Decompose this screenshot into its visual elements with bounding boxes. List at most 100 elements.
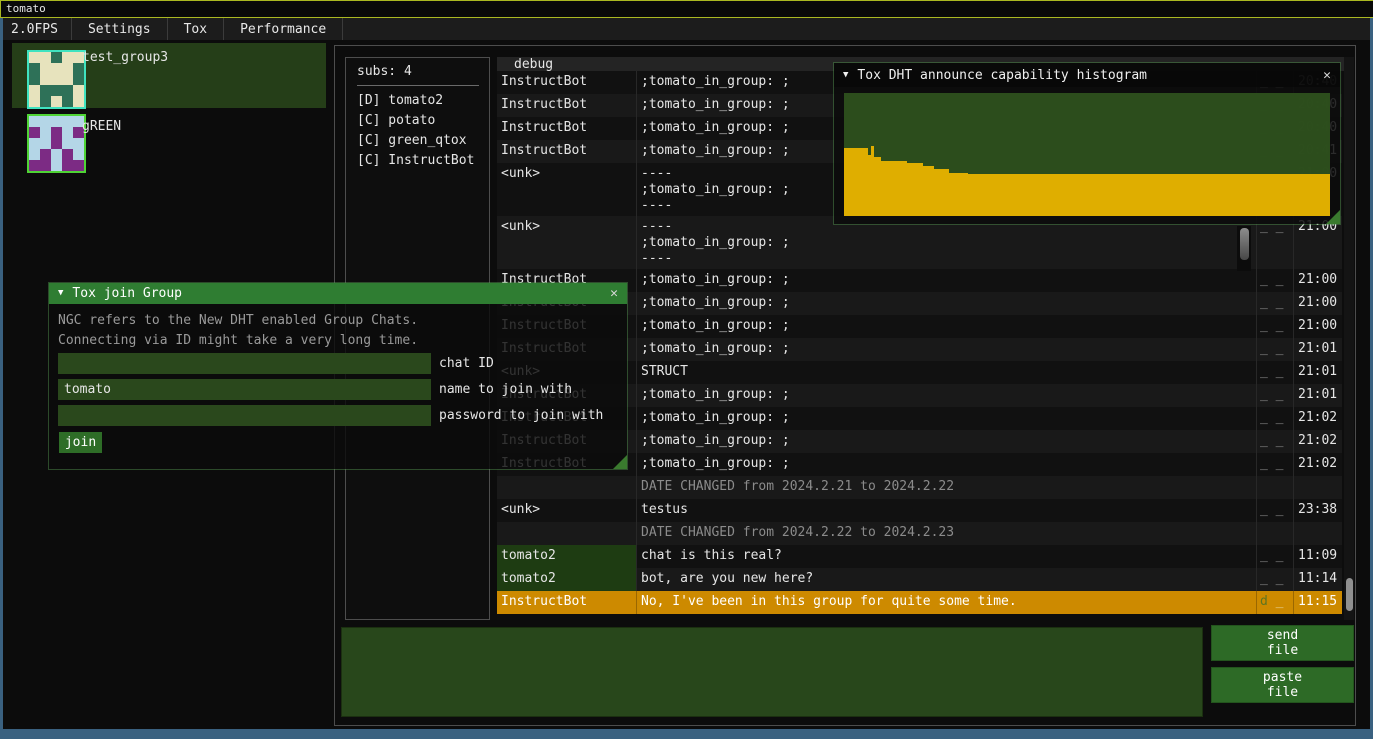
avatar-pixel [62, 74, 73, 85]
join-button[interactable]: join [59, 432, 102, 453]
send-file-button[interactable]: send file [1211, 625, 1354, 661]
avatar-pixel [51, 149, 62, 160]
resize-grip-icon[interactable] [1326, 210, 1340, 224]
message-time: 11:15 [1293, 591, 1342, 614]
ngc-hint-line2: Connecting via ID might take a very long… [58, 333, 418, 348]
chat-date-row[interactable]: DATE CHANGED from 2024.2.22 to 2024.2.23 [497, 522, 1342, 545]
message-text: chat is this real? [637, 545, 1256, 568]
message-text: DATE CHANGED from 2024.2.22 to 2024.2.23 [637, 522, 1256, 545]
chat-id-input[interactable] [58, 353, 431, 374]
message-time: 21:01 [1293, 361, 1342, 384]
menu-item-tox[interactable]: Tox [168, 18, 224, 40]
app-window: tomato 2.0FPS SettingsToxPerformance tes… [0, 0, 1373, 739]
avatar-pixel [40, 127, 51, 138]
message-input[interactable] [341, 627, 1203, 717]
chat-row[interactable]: tomato2bot, are you new here?_ _11:14 [497, 568, 1342, 591]
avatar-pixel [40, 74, 51, 85]
member-item-green_qtox[interactable]: [C] green_qtox [346, 131, 489, 151]
collapse-icon[interactable]: ▼ [843, 71, 848, 80]
avatar-pixel [51, 85, 62, 96]
paste-file-button[interactable]: paste file [1211, 667, 1354, 703]
avatar-pixel [29, 85, 40, 96]
avatar-pixel [62, 127, 73, 138]
delivery-marks: _ _ [1256, 545, 1293, 568]
message-text: ;tomato_in_group: ; [637, 430, 1256, 453]
chat-scrollbar-thumb[interactable] [1346, 578, 1353, 611]
member-item-potato[interactable]: [C] potato [346, 111, 489, 131]
chat-row[interactable]: InstructBotNo, I've been in this group f… [497, 591, 1342, 614]
member-item-tomato2[interactable]: [D] tomato2 [346, 91, 489, 111]
join-name-input[interactable] [58, 379, 431, 400]
resize-grip-icon[interactable] [613, 455, 627, 469]
message-sender: <unk> [497, 163, 637, 216]
app-titlebar: tomato [0, 0, 1373, 18]
histogram-bar [949, 173, 968, 216]
delivered-mark: d [1260, 594, 1268, 609]
histogram-bar [934, 169, 949, 216]
message-time: 21:02 [1293, 407, 1342, 430]
message-time [1293, 476, 1342, 499]
message-text: ;tomato_in_group: ; [637, 407, 1256, 430]
delivery-marks: _ _ [1256, 430, 1293, 453]
group-item-gREEN[interactable]: gREEN [12, 112, 326, 177]
delivery-marks: _ _ [1256, 499, 1293, 522]
menu-item-performance[interactable]: Performance [224, 18, 343, 40]
avatar-pixel [40, 160, 51, 171]
window-border-left [0, 18, 3, 729]
message-text: No, I've been in this group for quite so… [637, 591, 1256, 614]
message-sender: tomato2 [497, 545, 637, 568]
close-icon[interactable]: ✕ [1323, 68, 1331, 83]
avatar-pixel [51, 96, 62, 107]
dht-histogram-titlebar[interactable]: ▼ Tox DHT announce capability histogram … [834, 63, 1340, 87]
avatar-pixel [51, 160, 62, 171]
avatar-pixel [40, 52, 51, 63]
avatar-pixel [40, 149, 51, 160]
message-text: ;tomato_in_group: ; [637, 338, 1256, 361]
message-time: 11:14 [1293, 568, 1342, 591]
collapse-icon[interactable]: ▼ [58, 289, 63, 298]
join-group-titlebar[interactable]: ▼ Tox join Group ✕ [49, 283, 627, 304]
delivery-marks: _ _ [1256, 568, 1293, 591]
avatar-pixel [73, 96, 84, 107]
message-text: ;tomato_in_group: ; [637, 384, 1256, 407]
chat-date-row[interactable]: DATE CHANGED from 2024.2.21 to 2024.2.22 [497, 476, 1342, 499]
chat-scrollbar-track[interactable] [1344, 57, 1354, 620]
avatar-pixel [40, 85, 51, 96]
menu-bar: 2.0FPS SettingsToxPerformance [3, 18, 1370, 40]
delivery-marks: _ _ [1256, 269, 1293, 292]
avatar-pixel [40, 63, 51, 74]
message-scrollbar-thumb[interactable] [1240, 228, 1249, 260]
dht-histogram-window: ▼ Tox DHT announce capability histogram … [833, 62, 1341, 225]
message-text: ;tomato_in_group: ; [637, 292, 1256, 315]
avatar-pixel [51, 74, 62, 85]
avatar-pixel [29, 116, 40, 127]
message-text: STRUCT [637, 361, 1256, 384]
join-password-input[interactable] [58, 405, 431, 426]
group-item-test_group3[interactable]: test_group3 [12, 43, 326, 108]
avatar-pixel [29, 96, 40, 107]
chat-row[interactable]: <unk>testus_ _23:38 [497, 499, 1342, 522]
message-text: bot, are you new here? [637, 568, 1256, 591]
message-sender: <unk> [497, 499, 637, 522]
avatar-pixel [62, 116, 73, 127]
delivery-marks: d _ [1256, 591, 1293, 614]
avatar-pixel [29, 52, 40, 63]
group-avatar [27, 50, 86, 109]
delivery-marks: _ _ [1256, 384, 1293, 407]
tab-debug[interactable]: debug [514, 58, 553, 71]
message-sender: InstructBot [497, 71, 637, 94]
close-icon[interactable]: ✕ [610, 286, 618, 301]
message-time: 21:00 [1293, 292, 1342, 315]
chat-row[interactable]: tomato2chat is this real?_ _11:09 [497, 545, 1342, 568]
avatar-pixel [73, 160, 84, 171]
avatar-pixel [73, 149, 84, 160]
message-sender: tomato2 [497, 568, 637, 591]
message-sender: InstructBot [497, 591, 637, 614]
menu-item-settings[interactable]: Settings [72, 18, 168, 40]
histogram-bar [844, 148, 868, 216]
histogram-bar [968, 174, 1330, 216]
histogram-bar [923, 166, 935, 216]
avatar-pixel [62, 138, 73, 149]
avatar-pixel [62, 52, 73, 63]
member-item-InstructBot[interactable]: [C] InstructBot [346, 151, 489, 171]
